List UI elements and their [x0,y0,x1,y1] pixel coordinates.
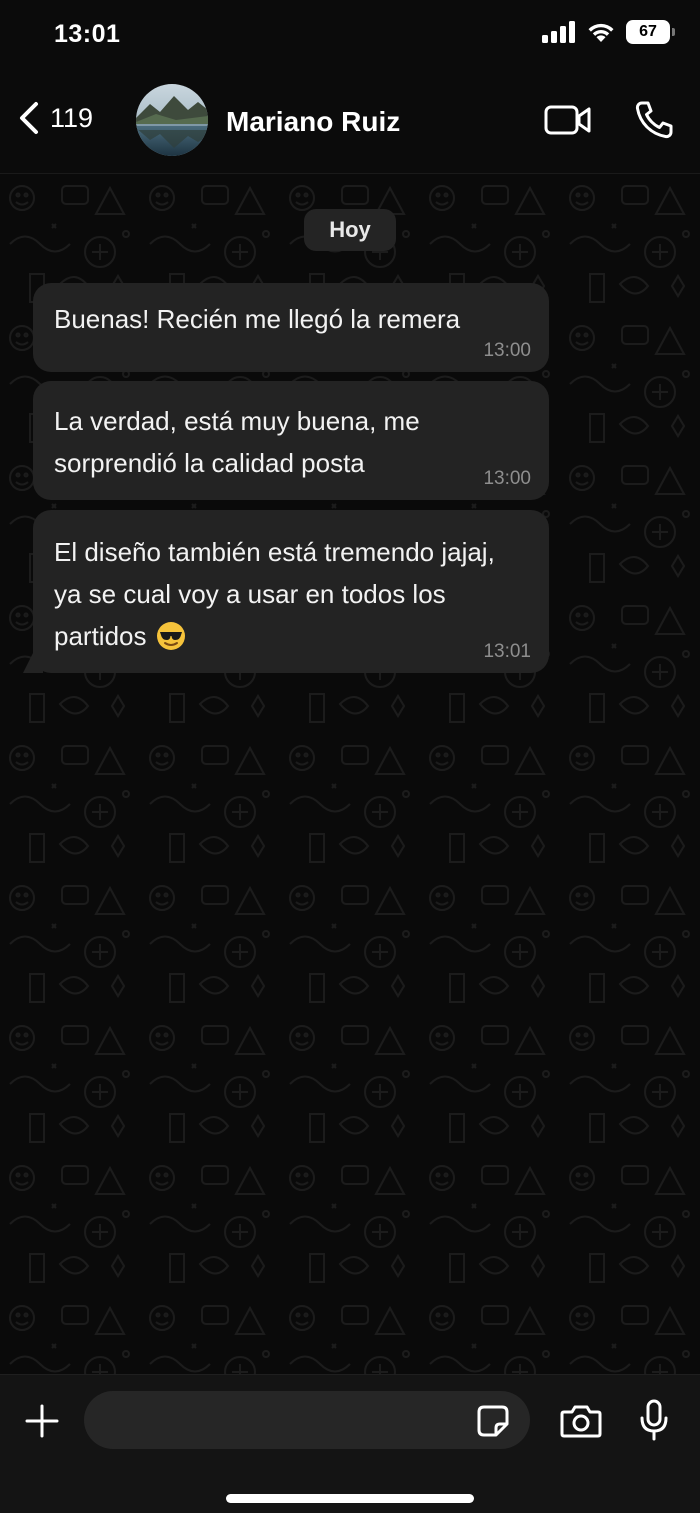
plus-icon [25,1404,59,1438]
sticker-icon [477,1405,509,1437]
back-button[interactable]: 119 [16,100,93,136]
message-time: 13:01 [483,641,531,662]
chevron-left-icon [20,102,38,134]
microphone-button[interactable] [638,1399,670,1446]
avatar-image [136,84,208,156]
voice-call-button[interactable] [634,100,674,145]
message-field[interactable] [84,1391,530,1449]
message-bubble[interactable]: El diseño también está tremendo jajaj, y… [33,510,549,673]
contact-name[interactable]: Mariano Ruiz [226,106,400,138]
date-label: Hoy [329,217,371,242]
sunglasses-emoji-icon [156,622,185,650]
unread-count: 119 [50,102,94,133]
camera-icon [560,1405,602,1438]
microphone-icon [640,1399,668,1441]
video-call-button[interactable] [544,104,592,141]
home-indicator[interactable] [226,1494,474,1503]
message-time: 13:00 [483,468,531,489]
chat-area[interactable]: Hoy Buenas! Recién me llegó la remera 13… [0,174,700,1374]
video-camera-icon [544,105,591,135]
battery-level: 67 [639,23,657,40]
message-bubble[interactable]: La verdad, está muy buena, me sorprendió… [33,381,549,500]
attach-button[interactable] [24,1403,60,1444]
date-separator: Hoy [304,209,396,251]
message-text-block: El diseño también está tremendo jajaj, y… [54,531,527,657]
battery-icon: 67 [626,20,675,44]
status-bar: 13:01 67 [0,0,700,70]
message-text: Buenas! Recién me llegó la remera [54,304,461,334]
sticker-button[interactable] [476,1404,510,1443]
status-time: 13:01 [54,20,121,48]
input-bar [0,1374,700,1513]
avatar[interactable] [136,84,208,156]
message-text: La verdad, está muy buena, me sorprendió… [54,406,420,478]
status-icons: 67 [542,20,675,44]
chat-header: 119 Mariano Ruiz [0,70,700,174]
camera-button[interactable] [560,1403,602,1444]
message-input[interactable] [106,1391,466,1449]
phone-icon [635,101,673,139]
signal-icon [542,21,575,43]
message-text: El diseño también está tremendo jajaj, y… [54,537,495,651]
message-time: 13:00 [483,340,531,361]
message-bubble[interactable]: Buenas! Recién me llegó la remera 13:00 [33,283,549,372]
wifi-icon [588,23,614,42]
